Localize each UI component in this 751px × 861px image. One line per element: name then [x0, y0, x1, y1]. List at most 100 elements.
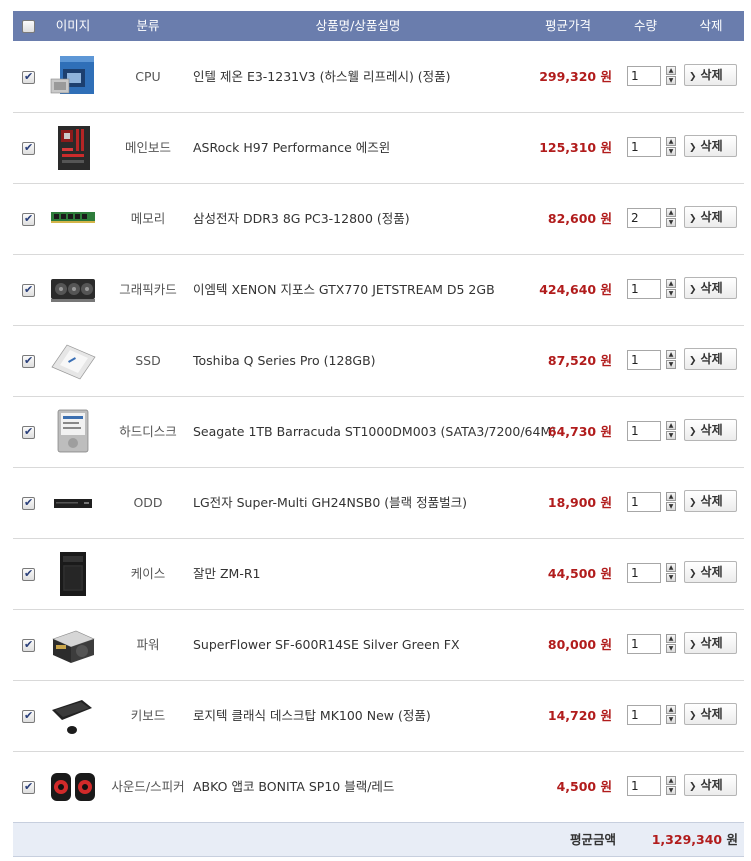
table-row: 사운드/스피커ABKO 앱코 BONITA SP10 블랙/레드4,500 원1…: [13, 752, 744, 823]
keyboard-mouse-icon: [48, 700, 98, 743]
delete-button[interactable]: ❯ 삭제: [684, 206, 737, 228]
quantity-input[interactable]: 1: [627, 66, 661, 86]
quantity-up-icon[interactable]: ▲: [666, 705, 676, 714]
delete-button[interactable]: ❯ 삭제: [684, 348, 737, 370]
row-checkbox[interactable]: [22, 496, 35, 510]
product-category: SSD: [135, 353, 161, 368]
price-unit: 원: [600, 424, 612, 439]
product-name[interactable]: ASRock H97 Performance 에즈윈: [193, 113, 390, 184]
product-image[interactable]: [48, 408, 98, 456]
quantity-down-icon[interactable]: ▼: [666, 147, 676, 156]
table-row: 파워 SuperFlower SF-600R14SE Silver Green F…: [13, 610, 744, 681]
product-price: 299,320 원: [473, 42, 612, 113]
product-name[interactable]: Toshiba Q Series Pro (128GB): [193, 326, 376, 397]
product-image[interactable]: [48, 53, 98, 101]
quantity-up-icon[interactable]: ▲: [666, 208, 676, 217]
price-unit: 원: [600, 566, 612, 581]
price-value: 14,720: [547, 708, 597, 723]
chevron-right-icon: ❯: [689, 782, 697, 792]
product-image[interactable]: [48, 195, 98, 243]
quantity-down-icon[interactable]: ▼: [666, 289, 676, 298]
header-price: 평균가격: [544, 18, 591, 33]
delete-label: 삭제: [700, 778, 723, 792]
product-image[interactable]: [48, 763, 98, 811]
delete-button[interactable]: ❯ 삭제: [684, 419, 737, 441]
quantity-input[interactable]: 1: [627, 492, 661, 512]
table-row: SSDToshiba Q Series Pro (128GB)87,520 원1…: [13, 326, 744, 397]
row-checkbox-cell: [22, 212, 35, 226]
quantity-input[interactable]: 1: [627, 279, 661, 299]
product-name[interactable]: 이엠텍 XENON 지포스 GTX770 JETSTREAM D5 2GB: [193, 255, 495, 326]
product-name[interactable]: LG전자 Super-Multi GH24NSB0 (블랙 정품벌크): [193, 468, 467, 539]
product-name[interactable]: 인텔 제온 E3-1231V3 (하스웰 리프레시) (정품): [193, 42, 451, 113]
row-checkbox[interactable]: [22, 567, 35, 581]
quantity-down-icon[interactable]: ▼: [666, 431, 676, 440]
product-price: 4,500 원: [473, 752, 612, 823]
delete-button[interactable]: ❯ 삭제: [684, 277, 737, 299]
table-header: 이미지 분류 상품명/상품설명 평균가격 수량 삭제: [13, 11, 744, 41]
product-price: 14,720 원: [473, 681, 612, 752]
delete-button[interactable]: ❯ 삭제: [684, 561, 737, 583]
delete-button[interactable]: ❯ 삭제: [684, 490, 737, 512]
quantity-input[interactable]: 1: [627, 705, 661, 725]
row-checkbox[interactable]: [22, 70, 35, 84]
quantity-up-icon[interactable]: ▲: [666, 66, 676, 75]
price-unit: 원: [600, 637, 612, 652]
quantity-up-icon[interactable]: ▲: [666, 634, 676, 643]
product-name[interactable]: 로지텍 클래식 데스크탑 MK100 New (정품): [193, 681, 431, 752]
product-name[interactable]: SuperFlower SF-600R14SE Silver Green FX: [193, 610, 460, 681]
quantity-down-icon[interactable]: ▼: [666, 644, 676, 653]
quantity-input[interactable]: 1: [627, 137, 661, 157]
row-checkbox[interactable]: [22, 354, 35, 368]
product-name[interactable]: ABKO 앱코 BONITA SP10 블랙/레드: [193, 752, 394, 823]
row-checkbox[interactable]: [22, 638, 35, 652]
product-image[interactable]: [48, 124, 98, 172]
quantity-up-icon[interactable]: ▲: [666, 492, 676, 501]
product-image[interactable]: [48, 550, 98, 598]
quantity-input[interactable]: 2: [627, 208, 661, 228]
delete-button[interactable]: ❯ 삭제: [684, 703, 737, 725]
header-product-name: 상품명/상품설명: [315, 18, 401, 33]
product-price: 82,600 원: [473, 184, 612, 255]
row-checkbox[interactable]: [22, 425, 35, 439]
product-image[interactable]: [48, 621, 98, 669]
product-image[interactable]: [48, 337, 98, 385]
quantity-down-icon[interactable]: ▼: [666, 360, 676, 369]
quantity-up-icon[interactable]: ▲: [666, 421, 676, 430]
delete-button[interactable]: ❯ 삭제: [684, 135, 737, 157]
quantity-up-icon[interactable]: ▲: [666, 563, 676, 572]
row-checkbox[interactable]: [22, 141, 35, 155]
quantity-down-icon[interactable]: ▼: [666, 218, 676, 227]
delete-button[interactable]: ❯ 삭제: [684, 774, 737, 796]
product-name[interactable]: 잘만 ZM-R1: [193, 539, 260, 610]
select-all-checkbox[interactable]: [21, 20, 35, 33]
quantity-input[interactable]: 1: [627, 421, 661, 441]
quantity-down-icon[interactable]: ▼: [666, 715, 676, 724]
quantity-down-icon[interactable]: ▼: [666, 786, 676, 795]
delete-button[interactable]: ❯ 삭제: [684, 64, 737, 86]
quantity-input[interactable]: 1: [627, 563, 661, 583]
chevron-right-icon: ❯: [689, 640, 697, 650]
quantity-input[interactable]: 1: [627, 634, 661, 654]
quantity-up-icon[interactable]: ▲: [666, 279, 676, 288]
quantity-up-icon[interactable]: ▲: [666, 350, 676, 359]
quantity-down-icon[interactable]: ▼: [666, 502, 676, 511]
quantity-input[interactable]: 1: [627, 776, 661, 796]
product-image[interactable]: [48, 692, 98, 740]
quantity-up-icon[interactable]: ▲: [666, 776, 676, 785]
product-name[interactable]: 삼성전자 DDR3 8G PC3-12800 (정품): [193, 184, 410, 255]
quantity-down-icon[interactable]: ▼: [666, 76, 676, 85]
product-image[interactable]: [48, 266, 98, 314]
delete-button[interactable]: ❯ 삭제: [684, 632, 737, 654]
quantity-input[interactable]: 1: [627, 350, 661, 370]
quantity-up-icon[interactable]: ▲: [666, 137, 676, 146]
header-delete: 삭제: [699, 18, 723, 33]
product-price: 44,500 원: [473, 539, 612, 610]
quantity-down-icon[interactable]: ▼: [666, 573, 676, 582]
row-checkbox[interactable]: [22, 283, 35, 297]
product-category: 케이스: [130, 566, 166, 581]
row-checkbox[interactable]: [22, 780, 35, 794]
row-checkbox[interactable]: [22, 709, 35, 723]
row-checkbox[interactable]: [22, 212, 35, 226]
product-image[interactable]: [48, 479, 98, 527]
